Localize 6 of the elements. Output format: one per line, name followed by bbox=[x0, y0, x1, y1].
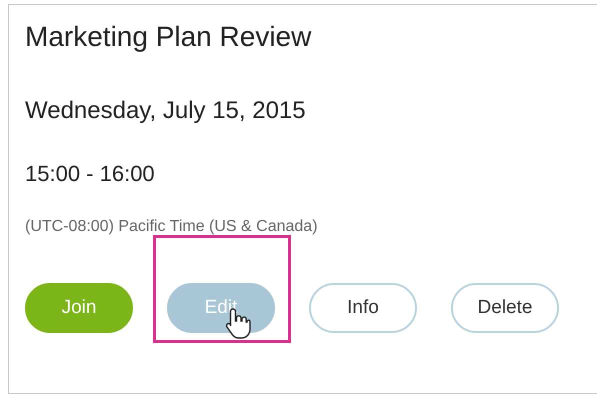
action-button[interactable]: Delete bbox=[451, 283, 559, 333]
action-button[interactable]: Info bbox=[309, 283, 417, 333]
meeting-date: Wednesday, July 15, 2015 bbox=[25, 96, 307, 126]
meeting-title: Marketing Plan Review bbox=[25, 20, 312, 54]
time-zone: (UTC-08:00) Pacific Time (US & Canada) bbox=[25, 217, 319, 237]
meeting-time: 15:00 - 16:00 bbox=[25, 160, 156, 188]
